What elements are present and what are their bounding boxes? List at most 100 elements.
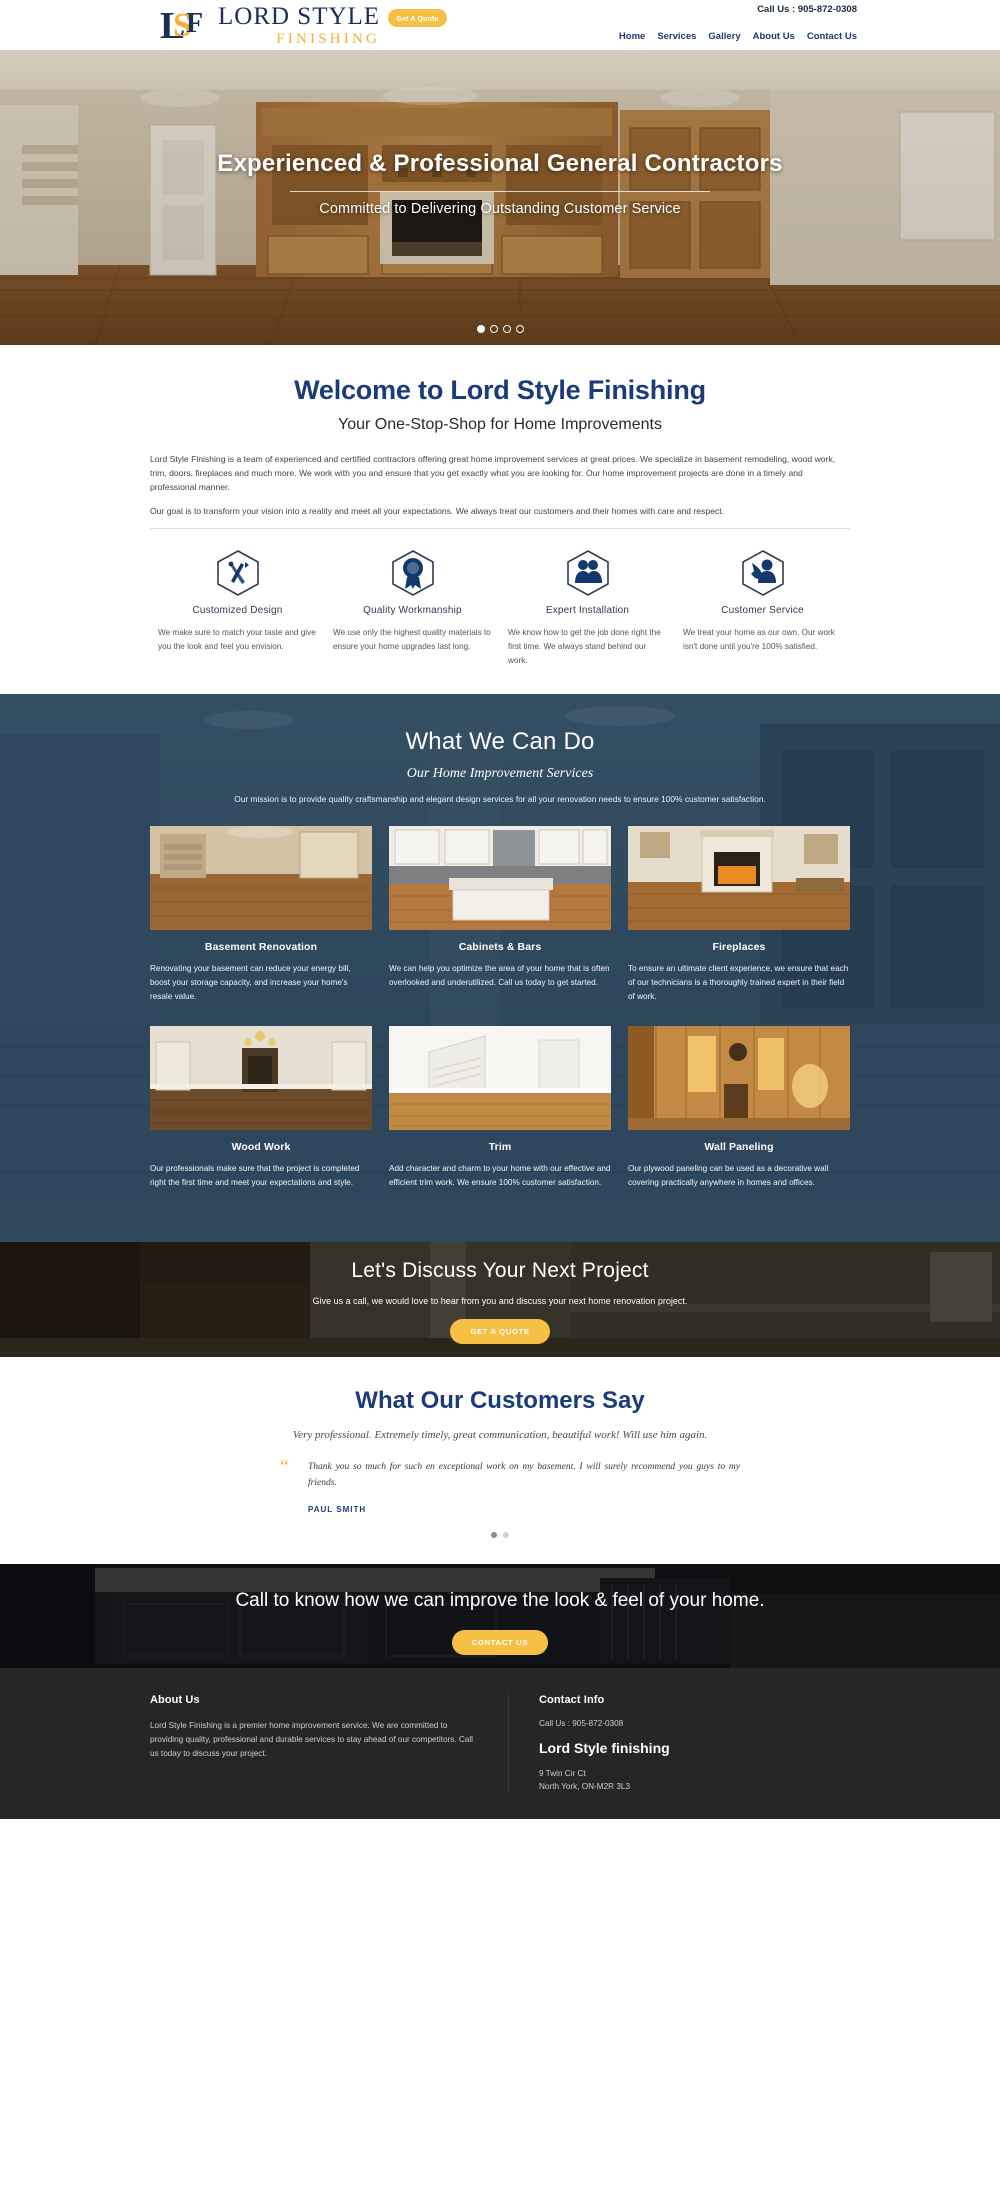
hero-dot-4[interactable] xyxy=(515,325,524,333)
services-section: What We Can Do Our Home Improvement Serv… xyxy=(0,694,1000,1242)
service-card-fireplaces[interactable]: Fireplaces To ensure an ultimate client … xyxy=(628,826,850,1004)
services-mission: Our mission is to provide quality crafts… xyxy=(234,794,766,804)
service-thumbnail xyxy=(628,1026,850,1130)
site-header: L S F LORD STYLE FINISHING Get A Quote C… xyxy=(0,0,1000,50)
service-desc: Our plywood paneling can be used as a de… xyxy=(628,1164,829,1187)
welcome-paragraph-1: Lord Style Finishing is a team of experi… xyxy=(150,454,836,492)
testimonial-dot-1[interactable] xyxy=(491,1532,497,1538)
contact-us-button[interactable]: CONTACT US xyxy=(451,1630,549,1655)
feature-customer-service: Customer Service We treat your home as o… xyxy=(675,549,850,668)
welcome-body: Lord Style Finishing is a team of experi… xyxy=(150,452,850,518)
headset-support-icon xyxy=(683,549,842,597)
services-title: What We Can Do xyxy=(405,728,595,755)
service-thumbnail xyxy=(150,826,372,930)
main-navigation: Home Services Gallery About Us Contact U… xyxy=(619,31,857,42)
testimonial-lead: Very professional. Extremely timely, gre… xyxy=(292,1429,708,1441)
nav-item-home[interactable]: Home xyxy=(619,31,645,42)
testimonial-slider-dots xyxy=(0,1532,1000,1538)
welcome-subtitle: Your One-Stop-Shop for Home Improvements xyxy=(337,416,662,433)
services-card-grid: Basement Renovation Renovating your base… xyxy=(150,826,850,1212)
bottom-cta-section: Call to know how we can improve the look… xyxy=(0,1564,1000,1668)
lsf-monogram-icon: L S F xyxy=(160,2,216,46)
team-people-icon xyxy=(508,549,667,597)
service-card-trim[interactable]: Trim Add character and charm to your hom… xyxy=(389,1026,611,1190)
hero-caption: Experienced & Professional General Contr… xyxy=(0,150,1000,217)
bottom-cta-title: Call to know how we can improve the look… xyxy=(235,1590,765,1611)
footer-about-column: About Us Lord Style Finishing is a premi… xyxy=(150,1694,508,1793)
drafting-tools-icon xyxy=(158,549,317,597)
feature-quality-workmanship: Quality Workmanship We use only the high… xyxy=(325,549,500,668)
discuss-title: Let's Discuss Your Next Project xyxy=(351,1259,649,1282)
service-desc: Add character and charm to your home wit… xyxy=(389,1164,611,1187)
service-desc: Our professionals make sure that the pro… xyxy=(150,1164,360,1187)
hero-dot-2[interactable] xyxy=(489,325,498,333)
welcome-paragraph-2: Our goal is to transform your vision int… xyxy=(150,506,724,516)
service-name: Wood Work xyxy=(231,1141,291,1153)
services-header: What We Can Do Our Home Improvement Serv… xyxy=(0,728,1000,804)
site-logo[interactable]: L S F LORD STYLE FINISHING xyxy=(160,2,380,48)
feature-title: Customer Service xyxy=(721,605,804,616)
quote-mark-icon: “ xyxy=(280,1456,289,1478)
hero-dot-3[interactable] xyxy=(502,325,511,333)
footer-about-title: About Us xyxy=(150,1694,200,1706)
feature-title: Customized Design xyxy=(192,605,283,616)
testimonial-author: PAUL SMITH xyxy=(308,1505,367,1514)
service-thumbnail xyxy=(389,826,611,930)
service-card-cabinets-bars[interactable]: Cabinets & Bars We can help you optimize… xyxy=(389,826,611,1004)
welcome-title: Welcome to Lord Style Finishing xyxy=(294,375,706,405)
testimonial-dot-2[interactable] xyxy=(503,1532,509,1538)
testimonial-item: “ Thank you so much for such en exceptio… xyxy=(260,1456,740,1514)
get-a-quote-button[interactable]: Get A Quote xyxy=(388,9,447,27)
feature-title: Quality Workmanship xyxy=(363,605,462,616)
footer-phone[interactable]: Call Us : 905-872-0308 xyxy=(539,1719,822,1728)
feature-desc: We know how to get the job done right th… xyxy=(508,628,661,665)
service-card-wood-work[interactable]: Wood Work Our professionals make sure th… xyxy=(150,1026,372,1190)
feature-customized-design: Customized Design We make sure to match … xyxy=(150,549,325,668)
footer-about-text: Lord Style Finishing is a premier home i… xyxy=(150,1721,473,1758)
hero-divider xyxy=(290,191,710,192)
nav-item-gallery[interactable]: Gallery xyxy=(708,31,740,42)
service-name: Fireplaces xyxy=(712,941,766,953)
service-desc: Renovating your basement can reduce your… xyxy=(150,964,351,1001)
nav-item-about-us[interactable]: About Us xyxy=(753,31,795,42)
service-name: Basement Renovation xyxy=(204,941,318,953)
hero-slider: Experienced & Professional General Contr… xyxy=(0,50,1000,345)
feature-list: Customized Design We make sure to match … xyxy=(150,549,850,668)
nav-item-contact-us[interactable]: Contact Us xyxy=(807,31,857,42)
hero-title: Experienced & Professional General Contr… xyxy=(217,150,783,177)
testimonial-text: Thank you so much for such en exceptiona… xyxy=(308,1462,740,1488)
service-desc: To ensure an ultimate client experience,… xyxy=(628,964,849,1001)
testimonials-title: What Our Customers Say xyxy=(355,1387,645,1414)
service-thumbnail xyxy=(628,826,850,930)
service-name: Cabinets & Bars xyxy=(458,941,542,953)
logo-text-primary: LORD STYLE xyxy=(218,3,381,30)
service-name: Wall Paneling xyxy=(704,1141,774,1153)
service-card-wall-paneling[interactable]: Wall Paneling Our plywood paneling can b… xyxy=(628,1026,850,1190)
service-desc: We can help you optimize the area of you… xyxy=(389,964,610,987)
award-ribbon-icon xyxy=(333,549,492,597)
logo-text-secondary: FINISHING xyxy=(276,31,381,47)
footer-contact-column: Contact Info Call Us : 905-872-0308 Lord… xyxy=(508,1694,850,1793)
hero-subtitle: Committed to Delivering Outstanding Cust… xyxy=(319,201,681,217)
hero-dot-1[interactable] xyxy=(476,325,485,333)
svg-text:F: F xyxy=(186,8,203,39)
footer-contact-title: Contact Info xyxy=(539,1694,605,1706)
site-footer: About Us Lord Style Finishing is a premi… xyxy=(0,1668,1000,1819)
discuss-get-a-quote-button[interactable]: GET A QUOTE xyxy=(450,1319,550,1344)
footer-address-line-2: North York, ON-M2R 3L3 xyxy=(539,1782,631,1791)
discuss-cta-section: Let's Discuss Your Next Project Give us … xyxy=(0,1242,1000,1357)
testimonials-section: What Our Customers Say Very professional… xyxy=(0,1357,1000,1564)
service-thumbnail xyxy=(389,1026,611,1130)
services-subtitle: Our Home Improvement Services xyxy=(406,766,594,781)
feature-desc: We treat your home as our own. Our work … xyxy=(683,628,835,651)
feature-title: Expert Installation xyxy=(545,605,630,616)
service-card-basement-renovation[interactable]: Basement Renovation Renovating your base… xyxy=(150,826,372,1004)
service-thumbnail xyxy=(150,1026,372,1130)
hero-slider-dots xyxy=(0,325,1000,333)
header-phone[interactable]: Call Us : 905-872-0308 xyxy=(757,4,857,15)
welcome-divider xyxy=(150,528,850,529)
feature-expert-installation: Expert Installation We know how to get t… xyxy=(500,549,675,668)
footer-address-line-1: 9 Twin Cir Ct xyxy=(539,1769,586,1778)
welcome-section: Welcome to Lord Style Finishing Your One… xyxy=(0,345,1000,694)
nav-item-services[interactable]: Services xyxy=(657,31,696,42)
